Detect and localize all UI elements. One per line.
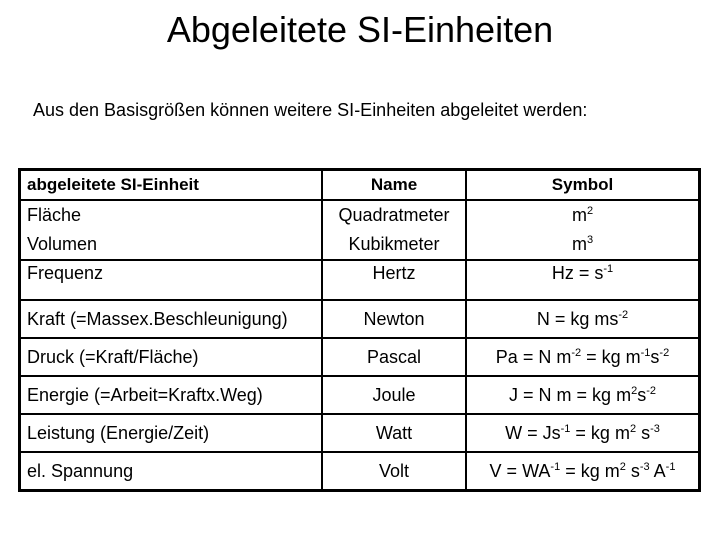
page-title: Abgeleitete SI-Einheiten (166, 9, 554, 50)
unit-name-label: Kubikmeter (348, 234, 440, 254)
cell-unit-symbol: Hz = s-1 (465, 259, 701, 301)
table-header-row: abgeleitete SI-Einheit Name Symbol (18, 168, 701, 201)
formula-exponent: -1 (665, 460, 676, 473)
derived-unit-label: Druck (=Kraft/Fläche) (27, 346, 199, 367)
unit-name-label: Pascal (366, 346, 422, 367)
formula-exponent: -1 (560, 422, 571, 435)
formula-exponent: -1 (550, 460, 561, 473)
table-body: Fläche Volumen Quadratmeter Kubikmeter m2 m3 F… (18, 199, 701, 492)
cell-unit-name: Joule (321, 375, 467, 415)
formula-base: N = kg ms (536, 308, 619, 329)
formula-exponent: -1 (640, 346, 651, 359)
formula-base: W = Js (505, 422, 561, 443)
table-row: Leistung (Energie/Zeit) Watt W = Js-1 = kg… (18, 413, 701, 453)
formula-base: Pa = N m (495, 346, 572, 367)
formula-base: m (571, 205, 587, 225)
formula-base: V = WA (489, 460, 551, 481)
cell-derived-unit: Energie (=Arbeit=Kraftx.Weg) (18, 375, 323, 415)
formula-base: m (571, 234, 587, 254)
cell-unit-name: Pascal (321, 337, 467, 377)
formula-exponent: -2 (571, 346, 582, 359)
table-row: Frequenz Hertz Hz = s-1 (18, 259, 701, 301)
cell-unit-name: Quadratmeter Kubikmeter (321, 199, 467, 261)
formula-exponent: -2 (659, 346, 670, 359)
table-row: el. Spannung Volt V = WA-1 = kg m2 s-3 A-1 (18, 451, 701, 492)
formula-base: = kg m (560, 460, 620, 481)
unit-name-label: Joule (372, 384, 416, 405)
intro-text: Aus den Basisgrößen können weitere SI-Ei… (33, 100, 588, 120)
header-symbol: Symbol (465, 168, 701, 201)
table-row: Druck (=Kraft/Fläche) Pascal Pa = N m-2 = … (18, 337, 701, 377)
unit-symbol-formula: W = Js-1 = kg m2 s-3 (505, 423, 660, 443)
formula-base: J = N m = kg m (509, 384, 632, 405)
unit-symbol-formula: V = WA-1 = kg m2 s-3 A-1 (490, 461, 676, 481)
formula-base: s (637, 384, 647, 405)
table-row: Fläche Volumen Quadratmeter Kubikmeter m2 m3 (18, 199, 701, 261)
unit-name-label: Newton (363, 308, 425, 329)
unit-symbol-formula: m3 (473, 230, 692, 259)
cell-unit-symbol: V = WA-1 = kg m2 s-3 A-1 (465, 451, 701, 492)
cell-unit-symbol: Pa = N m-2 = kg m-1s-2 (465, 337, 701, 377)
unit-name-label: Hertz (372, 263, 416, 283)
formula-base: s (636, 422, 651, 443)
formula-exponent: -3 (639, 460, 650, 473)
cell-unit-symbol: m2 m3 (465, 199, 701, 261)
cell-unit-symbol: W = Js-1 = kg m2 s-3 (465, 413, 701, 453)
cell-unit-name: Volt (321, 451, 467, 492)
formula-exponent: 3 (586, 234, 594, 246)
cell-derived-unit: el. Spannung (18, 451, 323, 492)
unit-name-label: Watt (375, 422, 413, 443)
derived-unit-label: el. Spannung (27, 460, 134, 481)
derived-unit-label: Energie (=Arbeit=Kraftx.Weg) (27, 384, 263, 405)
derived-unit-label: Frequenz (27, 263, 104, 283)
formula-exponent: 2 (586, 205, 594, 217)
unit-symbol-formula: J = N m = kg m2s-2 (509, 385, 656, 405)
cell-unit-name: Watt (321, 413, 467, 453)
formula-exponent: -2 (646, 384, 656, 397)
formula-base: A (649, 460, 666, 481)
formula-base: Hz = s (551, 263, 604, 283)
cell-derived-unit: Frequenz (18, 259, 323, 301)
formula-base: = kg m (581, 346, 641, 367)
cell-unit-symbol: J = N m = kg m2s-2 (465, 375, 701, 415)
derived-unit-label: Volumen (27, 234, 98, 254)
cell-unit-symbol: N = kg ms-2 (465, 299, 701, 339)
cell-derived-unit: Fläche Volumen (18, 199, 323, 261)
cell-derived-unit: Kraft (=Massex.Beschleunigung) (18, 299, 323, 339)
formula-exponent: -3 (650, 422, 660, 435)
unit-name-label: Quadratmeter (338, 205, 450, 225)
formula-base: = kg m (570, 422, 630, 443)
cell-derived-unit: Druck (=Kraft/Fläche) (18, 337, 323, 377)
unit-symbol-formula: Hz = s-1 (552, 263, 613, 283)
header-name: Name (321, 168, 467, 201)
cell-unit-name: Newton (321, 299, 467, 339)
derived-unit-label: Kraft (=Massex.Beschleunigung) (27, 308, 288, 329)
derived-unit-label: Fläche (27, 205, 82, 225)
unit-symbol-formula: N = kg ms-2 (537, 309, 628, 329)
cell-derived-unit: Leistung (Energie/Zeit) (18, 413, 323, 453)
formula-exponent: -1 (603, 263, 614, 275)
unit-symbol-formula: Pa = N m-2 = kg m-1s-2 (496, 347, 669, 367)
formula-base: s (625, 460, 640, 481)
derived-unit-label: Leistung (Energie/Zeit) (27, 422, 210, 443)
si-units-table: abgeleitete SI-Einheit Name Symbol Fläch… (18, 168, 701, 492)
unit-symbol-formula: m2 (473, 201, 692, 230)
table-row: Energie (=Arbeit=Kraftx.Weg) Joule J = N m… (18, 375, 701, 415)
cell-unit-name: Hertz (321, 259, 467, 301)
header-derived-unit: abgeleitete SI-Einheit (18, 168, 323, 201)
unit-name-label: Volt (378, 460, 410, 481)
table-row: Kraft (=Massex.Beschleunigung) Newton N = … (18, 299, 701, 339)
formula-exponent: -2 (618, 308, 629, 321)
